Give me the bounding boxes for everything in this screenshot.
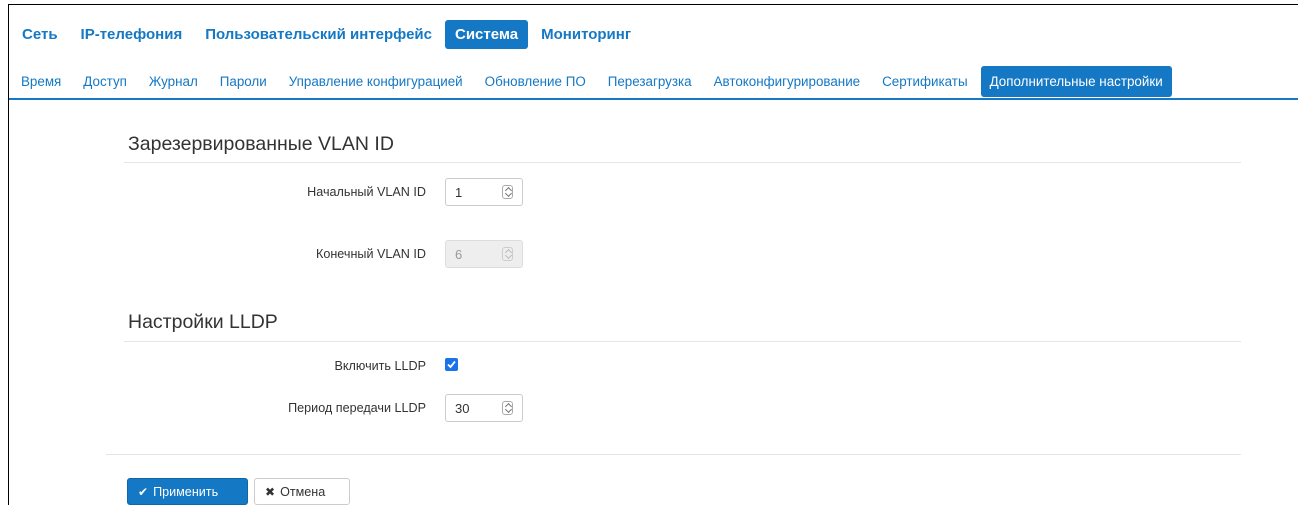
close-icon: ✖ bbox=[265, 484, 276, 499]
top-nav-monitoring[interactable]: Мониторинг bbox=[531, 20, 641, 49]
end-vlan-value: 6 bbox=[455, 247, 463, 262]
lldp-period-label: Период передачи LLDP bbox=[288, 401, 426, 415]
sub-nav-certificates[interactable]: Сертификаты bbox=[873, 66, 976, 97]
spinner-arrows-icon bbox=[502, 247, 513, 261]
start-vlan-label: Начальный VLAN ID bbox=[307, 185, 426, 199]
end-vlan-input: 6 bbox=[445, 240, 523, 268]
cancel-button[interactable]: ✖ Отмена bbox=[254, 478, 350, 505]
lldp-enable-checkbox[interactable] bbox=[445, 358, 458, 371]
top-nav-system[interactable]: Система bbox=[445, 19, 529, 49]
lldp-divider bbox=[124, 341, 1241, 342]
sub-nav-additional-settings[interactable]: Дополнительные настройки bbox=[980, 65, 1172, 97]
apply-button-label: Применить bbox=[153, 484, 219, 499]
spinner-arrows-icon[interactable] bbox=[502, 401, 513, 415]
lldp-period-value: 30 bbox=[455, 401, 470, 416]
sub-nav-log[interactable]: Журнал bbox=[140, 66, 207, 97]
sub-nav-config-management[interactable]: Управление конфигурацией bbox=[280, 66, 472, 97]
lldp-enable-label: Включить LLDP bbox=[334, 359, 427, 373]
cancel-button-label: Отмена bbox=[280, 484, 326, 499]
sub-nav-passwords[interactable]: Пароли bbox=[211, 66, 276, 97]
lldp-section-title: Настройки LLDP bbox=[128, 311, 278, 333]
start-vlan-value: 1 bbox=[455, 185, 463, 200]
sub-nav-time[interactable]: Время bbox=[12, 66, 70, 97]
sub-nav-firmware-update[interactable]: Обновление ПО bbox=[476, 66, 595, 97]
spinner-arrows-icon[interactable] bbox=[502, 185, 513, 199]
top-navigation: Сеть IP-телефония Пользовательский интер… bbox=[12, 19, 644, 49]
end-vlan-label: Конечный VLAN ID bbox=[316, 247, 426, 261]
footer-divider bbox=[106, 454, 1241, 455]
top-nav-user-interface[interactable]: Пользовательский интерфейс bbox=[195, 20, 442, 49]
start-vlan-input[interactable]: 1 bbox=[445, 178, 523, 206]
top-nav-network[interactable]: Сеть bbox=[12, 20, 68, 49]
sub-nav-reboot[interactable]: Перезагрузка bbox=[599, 66, 701, 97]
vlan-section-title: Зарезервированные VLAN ID bbox=[128, 133, 394, 155]
lldp-period-input[interactable]: 30 bbox=[445, 394, 523, 422]
sub-nav-access[interactable]: Доступ bbox=[74, 66, 136, 97]
top-nav-ip-telephony[interactable]: IP-телефония bbox=[71, 20, 193, 49]
sub-nav-underline bbox=[9, 98, 1298, 100]
sub-navigation: Время Доступ Журнал Пароли Управление ко… bbox=[12, 64, 1176, 98]
checkmark-icon bbox=[447, 360, 456, 369]
checkmark-icon: ✔ bbox=[138, 484, 149, 499]
sub-nav-autoconfig[interactable]: Автоконфигурирование bbox=[705, 66, 870, 97]
vlan-divider bbox=[124, 162, 1241, 163]
apply-button[interactable]: ✔ Применить bbox=[127, 478, 248, 505]
